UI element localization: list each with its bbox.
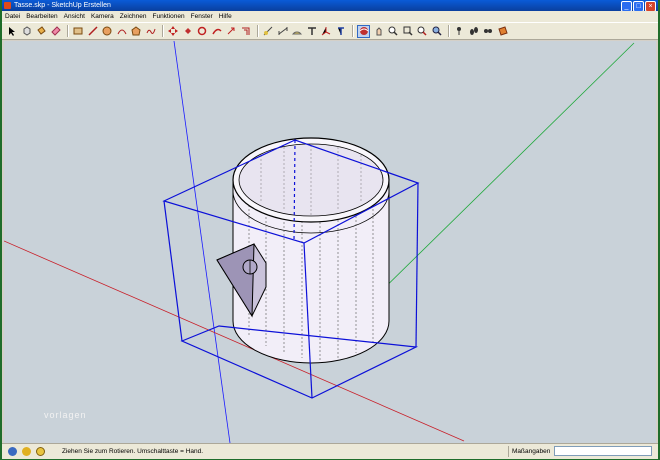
drawing-viewport[interactable]: vorlagen: [4, 41, 656, 443]
component-icon[interactable]: [21, 25, 33, 37]
previous-icon[interactable]: [431, 25, 443, 37]
menu-zeichnen[interactable]: Zeichnen: [117, 11, 150, 22]
toolbar-separator: [257, 25, 259, 37]
select-icon[interactable]: [6, 25, 18, 37]
measurements-label: Maßangaben: [512, 448, 551, 455]
protractor-icon[interactable]: [291, 25, 303, 37]
freehand-icon[interactable]: [145, 25, 157, 37]
toolbar-separator: [162, 25, 164, 37]
window-title: Tasse.skp - SketchUp Erstellen: [14, 2, 111, 9]
menu-datei[interactable]: Datei: [2, 11, 23, 22]
rectangle-icon[interactable]: [72, 25, 84, 37]
push-pull-icon[interactable]: [182, 25, 194, 37]
offset-icon[interactable]: [240, 25, 252, 37]
arc-icon[interactable]: [116, 25, 128, 37]
title-bar[interactable]: Tasse.skp - SketchUp Erstellen _ □ ×: [2, 0, 658, 12]
menu-bar: Datei Bearbeiten Ansicht Kamera Zeichnen…: [2, 11, 658, 22]
axes-icon[interactable]: [320, 25, 332, 37]
toolbar: [2, 22, 658, 40]
menu-bearbeiten[interactable]: Bearbeiten: [23, 11, 60, 22]
menu-hilfe[interactable]: Hilfe: [216, 11, 235, 22]
position-camera-icon[interactable]: [453, 25, 465, 37]
rotate-icon[interactable]: [196, 25, 208, 37]
tape-measure-icon[interactable]: [262, 25, 274, 37]
text-icon[interactable]: [306, 25, 318, 37]
zoom-icon[interactable]: [387, 25, 399, 37]
follow-me-icon[interactable]: [211, 25, 223, 37]
paint-bucket-icon[interactable]: [35, 25, 47, 37]
polygon-icon[interactable]: [130, 25, 142, 37]
sketchup-logo-icon: [4, 2, 11, 9]
look-around-icon[interactable]: [482, 25, 494, 37]
measurements-input[interactable]: [554, 446, 652, 456]
dimension-icon[interactable]: [277, 25, 289, 37]
scale-icon[interactable]: [225, 25, 237, 37]
help-icon[interactable]: [36, 447, 45, 456]
eraser-icon[interactable]: [50, 25, 62, 37]
zoom-window-icon[interactable]: [402, 25, 414, 37]
app-window: Tasse.skp - SketchUp Erstellen _ □ × Dat…: [2, 0, 658, 459]
status-bar: Ziehen Sie zum Rotieren. Umschalttaste =…: [2, 443, 658, 459]
toolbar-separator: [67, 25, 69, 37]
menu-ansicht[interactable]: Ansicht: [61, 11, 88, 22]
zoom-extents-icon[interactable]: [416, 25, 428, 37]
line-icon[interactable]: [87, 25, 99, 37]
circle-icon[interactable]: [101, 25, 113, 37]
menu-fenster[interactable]: Fenster: [188, 11, 216, 22]
model-canvas: [4, 41, 635, 443]
orbit-icon[interactable]: [357, 24, 370, 38]
pan-icon[interactable]: [373, 25, 385, 37]
geo-location-icon[interactable]: [8, 447, 17, 456]
status-divider: [508, 446, 509, 457]
3d-text-icon[interactable]: [335, 25, 347, 37]
section-plane-icon[interactable]: [497, 25, 509, 37]
blue-axis: [173, 41, 231, 443]
menu-kamera[interactable]: Kamera: [88, 11, 117, 22]
toolbar-separator: [352, 25, 354, 37]
move-icon[interactable]: [167, 25, 179, 37]
walk-icon[interactable]: [468, 25, 480, 37]
watermark-text: vorlagen: [44, 410, 87, 420]
mug-model: [216, 137, 390, 364]
toolbar-separator: [448, 25, 450, 37]
credits-icon[interactable]: [22, 447, 31, 456]
status-message: Ziehen Sie zum Rotieren. Umschalttaste =…: [62, 448, 204, 455]
menu-funktionen[interactable]: Funktionen: [149, 11, 187, 22]
